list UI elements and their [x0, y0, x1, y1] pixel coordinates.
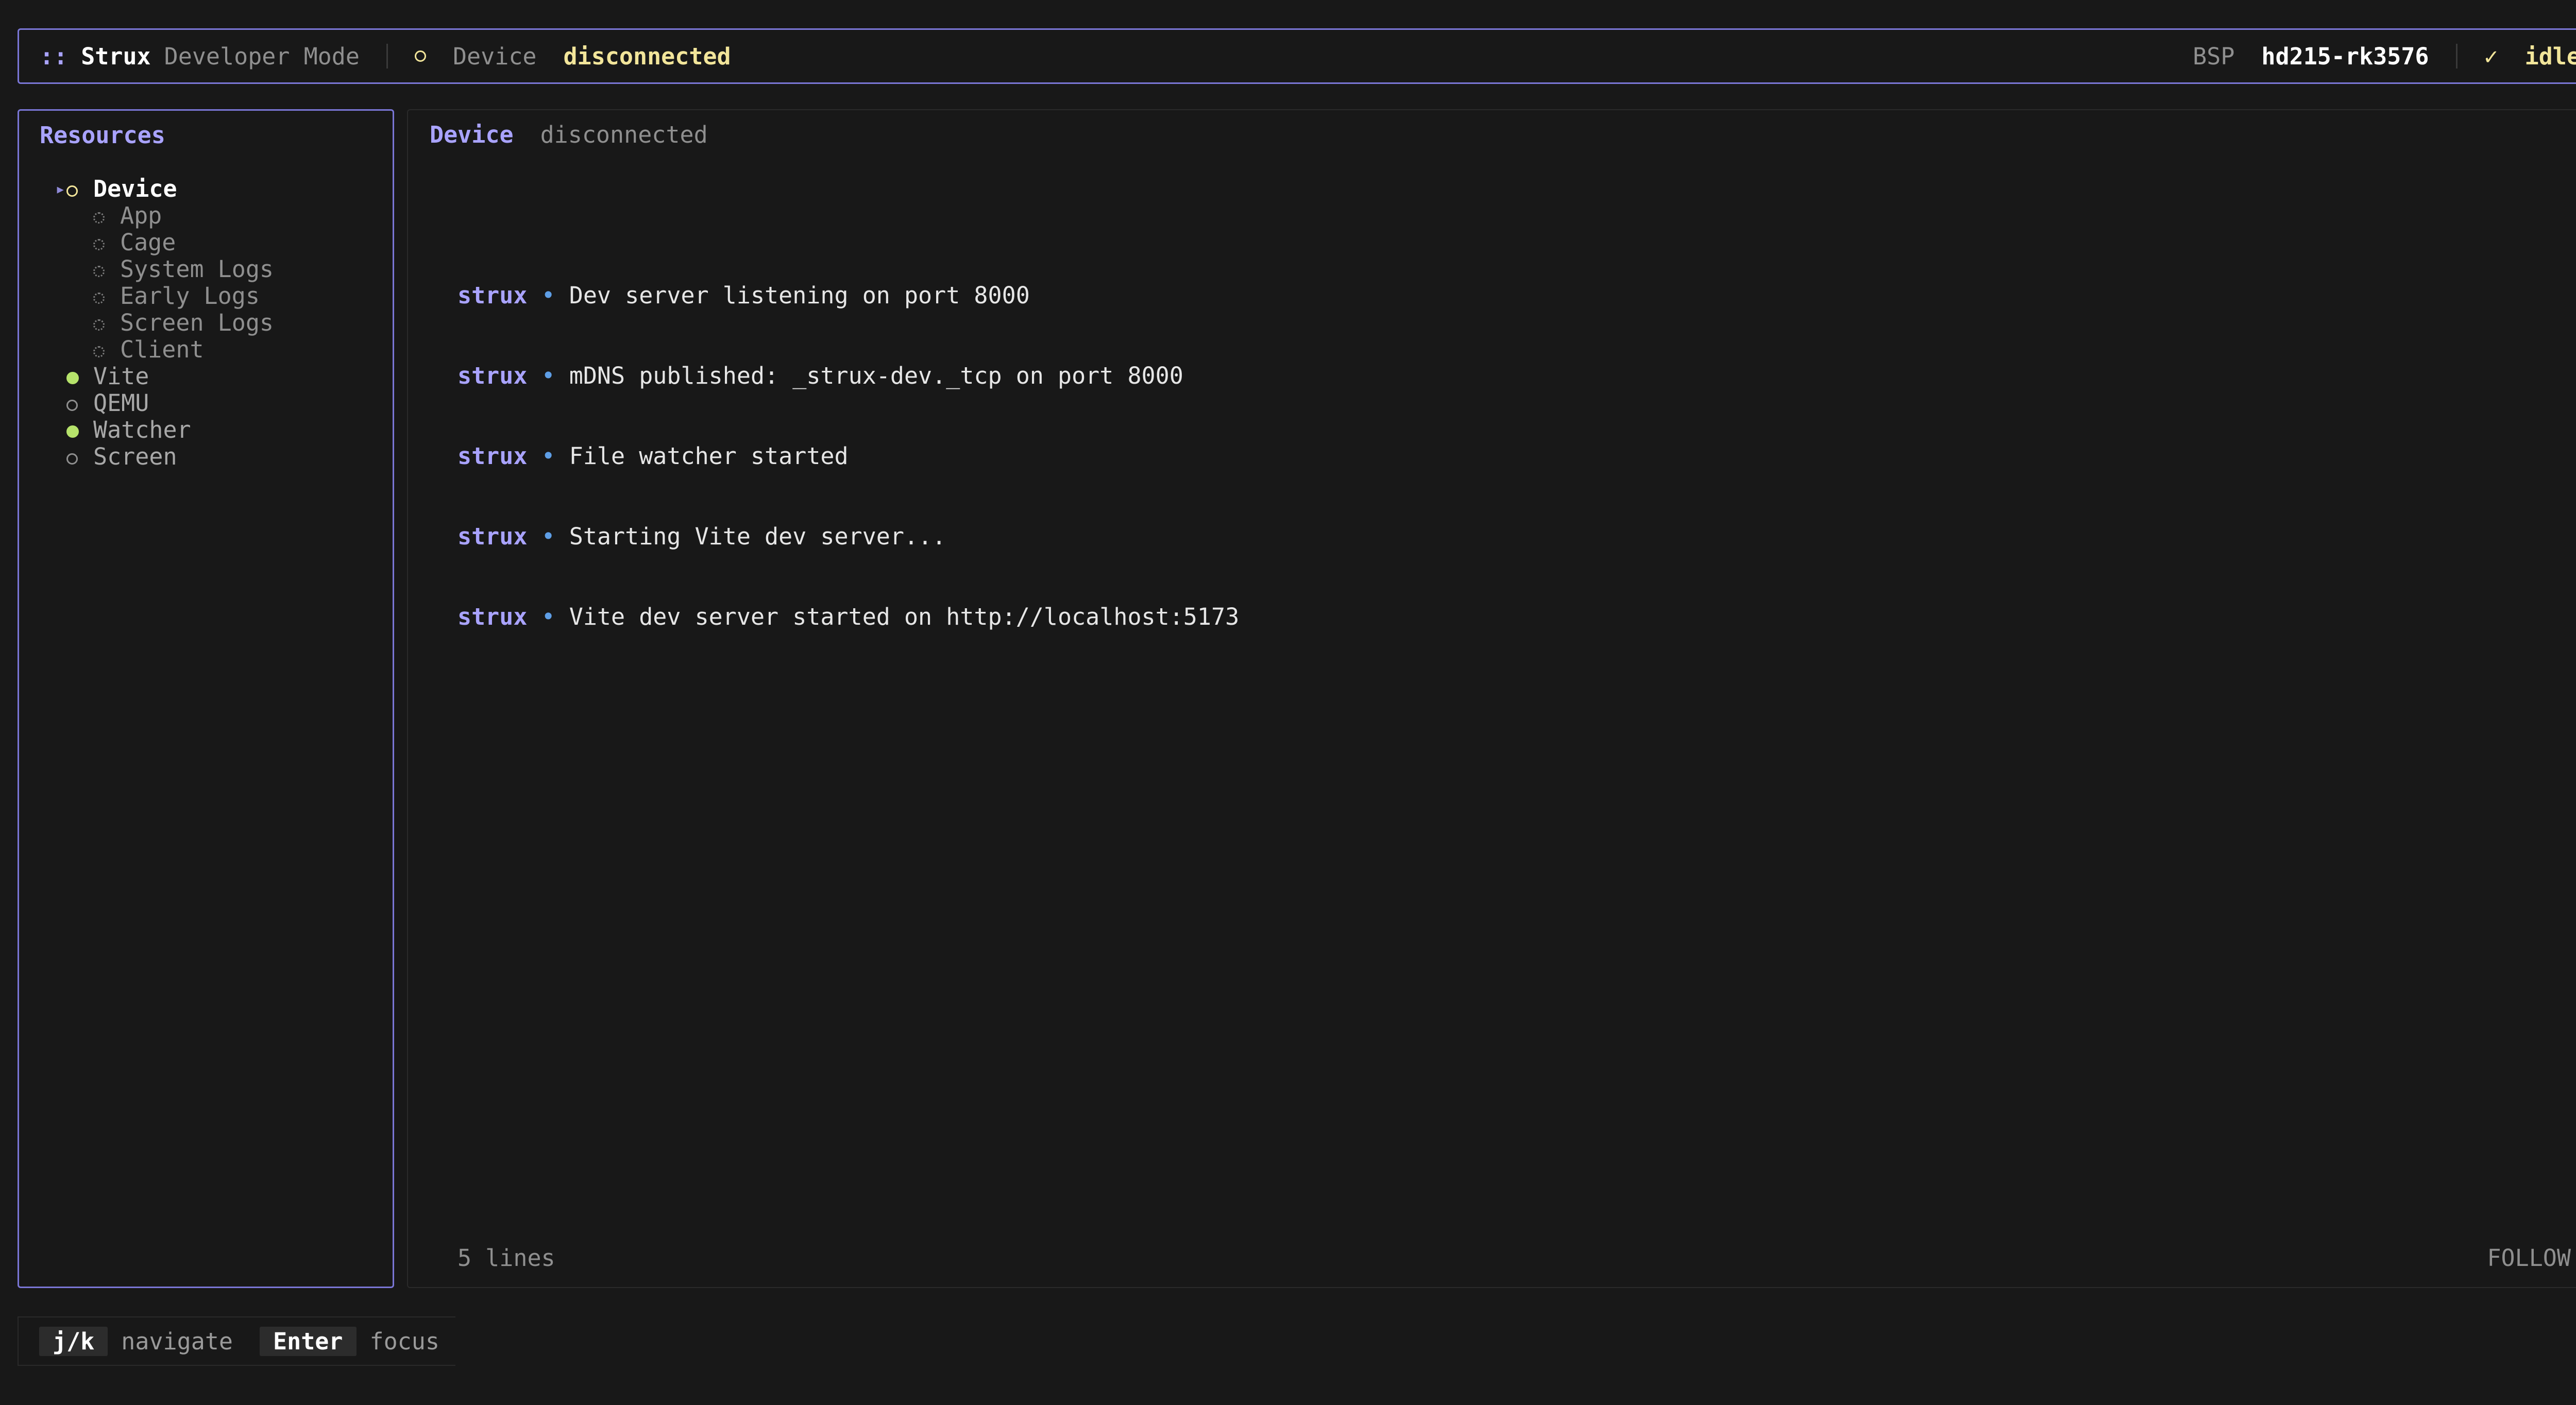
running-status-icon [66, 372, 79, 384]
log-line: strux • Starting Vite dev server... [457, 523, 946, 550]
sidebar-item-client[interactable]: Client [40, 336, 372, 363]
panel-header: Device disconnected [430, 122, 708, 148]
sidebar-item-screen-logs[interactable]: Screen Logs [40, 310, 372, 336]
log-line: strux • Vite dev server started on http:… [457, 603, 1240, 630]
app-name: Strux [81, 42, 151, 70]
bsp-value: hd215-rk3576 [2261, 42, 2429, 70]
sidebar-item-screen[interactable]: Screen [40, 443, 372, 470]
line-count: 5 lines [457, 1244, 555, 1272]
log-output[interactable]: strux • Dev server listening on port 800… [457, 229, 1239, 684]
sidebar-item-watcher[interactable]: Watcher [40, 417, 372, 443]
inactive-status-icon [93, 346, 105, 357]
sidebar-item-label: System Logs [120, 255, 274, 283]
stopped-status-icon [66, 453, 78, 465]
check-icon: ✓ [2484, 42, 2498, 70]
inactive-status-icon [93, 319, 105, 331]
device-status: disconnected [563, 42, 731, 70]
logo-icon: :: [40, 42, 68, 70]
inactive-status-icon [93, 293, 105, 304]
state-label: idle [2524, 42, 2576, 70]
hint-navigate: navigate [121, 1327, 233, 1355]
top-bar-right: BSP hd215-rk3576 ✓ idle [2193, 43, 2576, 70]
follow-toggle[interactable]: FOLLOW [2487, 1244, 2571, 1272]
sidebar-item-label: Screen Logs [120, 309, 274, 336]
log-line: strux • File watcher started [457, 442, 849, 470]
sidebar-item-label: Screen [93, 443, 177, 470]
sidebar-item-cage[interactable]: Cage [40, 229, 372, 256]
sidebar-item-app[interactable]: App [40, 202, 372, 229]
expand-caret-icon[interactable]: ▸ [40, 176, 66, 202]
sidebar-item-label: Early Logs [120, 282, 260, 310]
sidebar-title: Resources [40, 122, 165, 149]
device-status-icon [414, 50, 426, 62]
sidebar-item-label: App [120, 202, 162, 229]
divider [386, 44, 388, 68]
sidebar-item-label: Client [120, 336, 204, 363]
mode-label: Developer Mode [164, 42, 360, 70]
panel-status: disconnected [540, 121, 708, 148]
pending-status-icon [66, 185, 78, 197]
sidebar-item-label: Vite [93, 363, 149, 390]
sidebar-item-label: Cage [120, 229, 176, 256]
panel-title: Device [430, 121, 514, 148]
running-status-icon [66, 425, 79, 438]
sidebar-item-system-logs[interactable]: System Logs [40, 256, 372, 283]
resources-sidebar: Resources ▸ Device App Cage System Logs … [18, 109, 394, 1288]
device-label: Device [452, 42, 537, 70]
sidebar-item-vite[interactable]: Vite [40, 363, 372, 390]
sidebar-item-early-logs[interactable]: Early Logs [40, 283, 372, 310]
inactive-status-icon [93, 266, 105, 277]
sidebar-item-device[interactable]: ▸ Device [40, 176, 372, 202]
top-bar-left: :: Strux Developer Mode Device disconnec… [40, 43, 731, 70]
log-line: strux • mDNS published: _strux-dev._tcp … [457, 362, 1183, 389]
key-focus: Enter [260, 1326, 357, 1356]
bsp-label: BSP [2193, 42, 2235, 70]
inactive-status-icon [93, 212, 105, 224]
sidebar-item-qemu[interactable]: QEMU [40, 390, 372, 417]
log-panel[interactable]: Device disconnected strux • Dev server li… [407, 109, 2576, 1288]
sidebar-item-label: Device [93, 175, 177, 202]
sidebar-item-label: QEMU [93, 389, 149, 417]
inactive-status-icon [93, 239, 105, 250]
hint-focus: focus [369, 1327, 439, 1355]
top-status-bar: :: Strux Developer Mode Device disconnec… [18, 28, 2576, 84]
key-navigate: j/k [39, 1326, 108, 1356]
log-line: strux • Dev server listening on port 800… [457, 282, 1030, 309]
sidebar-item-label: Watcher [93, 416, 191, 443]
stopped-status-icon [66, 400, 78, 411]
keybinding-footer: j/k navigate Enter focus [18, 1316, 455, 1366]
divider [2455, 44, 2458, 68]
